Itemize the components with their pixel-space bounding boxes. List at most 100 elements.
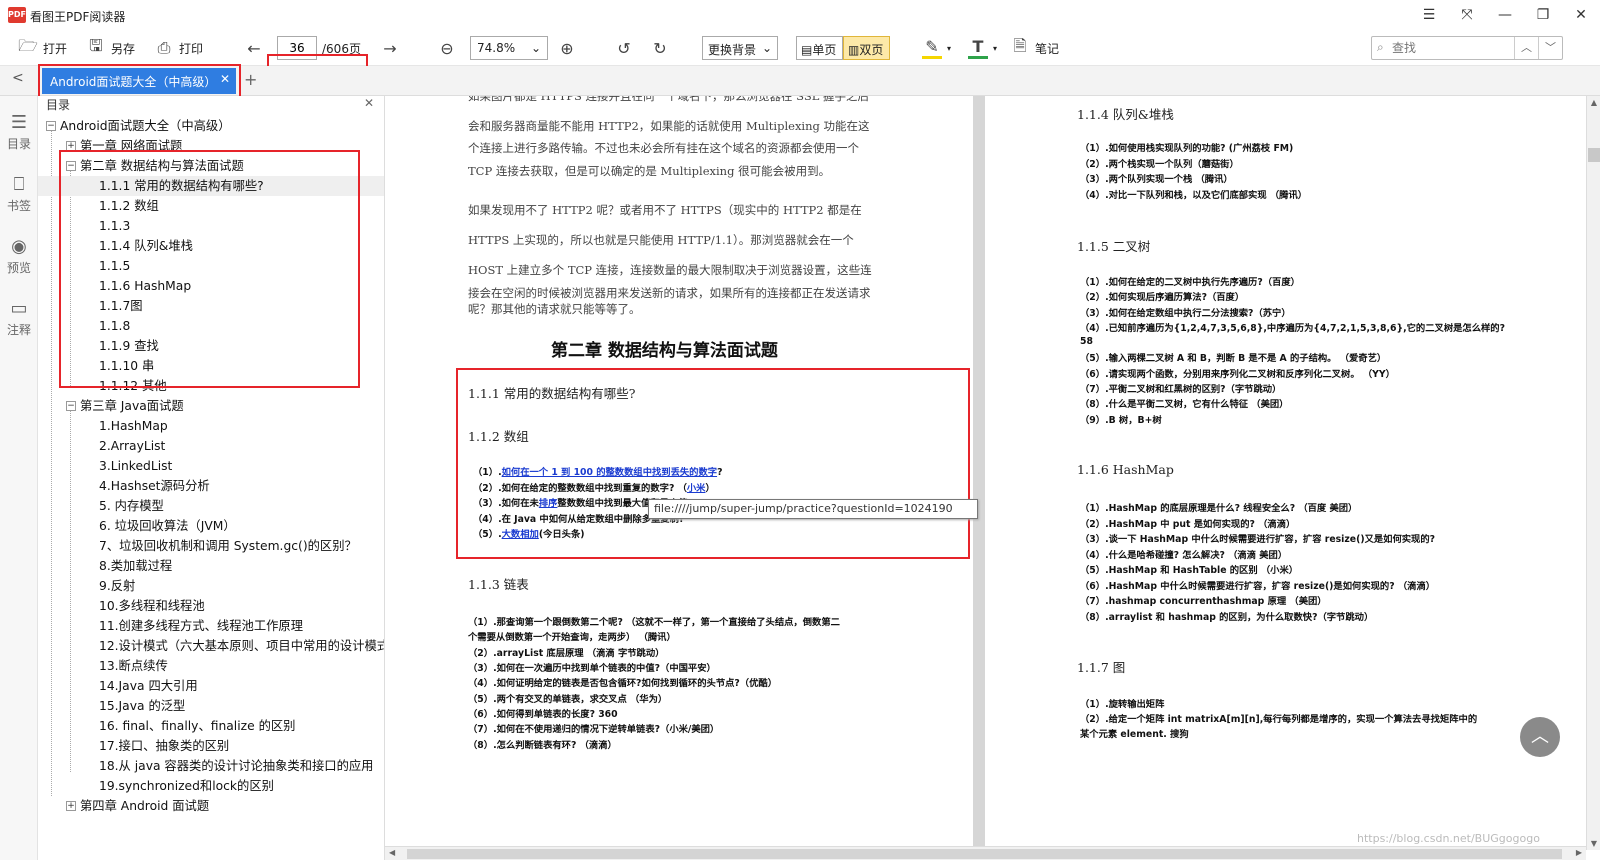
zoom-in-button[interactable]: ⊕ [557,30,577,66]
question-link[interactable]: 排序 [539,498,558,509]
outline-item[interactable]: 19.synchronized和lock的区别 [38,776,384,796]
outline-item[interactable]: − 第三章 Java面试题 [38,396,384,416]
search-next-button[interactable]: ﹀ [1538,37,1562,59]
outline-item[interactable]: 1.1.4 队列&堆栈 [38,236,384,256]
outline-item[interactable]: 1.1.3 [38,216,384,236]
tab-document[interactable]: Android面试题大全（中高级） ✕ [42,68,236,94]
sidebar-item-label: 注释 [6,323,31,337]
outline-item[interactable]: 1.HashMap [38,416,384,436]
next-page-button[interactable]: → [380,30,400,66]
outline-item-label: Android面试题大全（中高级） [60,119,231,133]
double-page-button[interactable]: ▥双页 [843,36,890,60]
outline-item[interactable]: 16. final、finally、finalize 的区别 [38,716,384,736]
search-prev-button[interactable]: ︿ [1514,37,1538,59]
outline-item[interactable]: 9.反射 [38,576,384,596]
outline-item-label: 5. 内存模型 [99,499,164,513]
text-line: （9）.B 树，B+树 [1080,415,1162,426]
outline-item[interactable]: 1.1.1 常用的数据结构有哪些? [38,176,384,196]
expand-toggle-icon[interactable]: − [66,161,76,171]
print-button[interactable]: ⎙ 打印 [154,30,203,66]
scroll-up-icon[interactable]: ▲ [1587,98,1600,107]
question-link[interactable]: 如何在一个 1 到 100 的整数数组中找到丢失的数字 [502,467,717,478]
open-button[interactable]: 🗁 打开 [18,30,67,66]
outline-item[interactable]: 14.Java 四大引用 [38,676,384,696]
outline-item[interactable]: 13.断点续传 [38,656,384,676]
save-as-button[interactable]: 🖫 另存 [86,30,135,66]
outline-item[interactable]: 1.1.6 HashMap [38,276,384,296]
outline-item[interactable]: 1.1.12 其他 [38,376,384,396]
sidebar-item-annotation[interactable]: ▭ 注释 [0,298,38,338]
outline-item[interactable]: 6. 垃圾回收算法（JVM） [38,516,384,536]
text-line: 接会在空闲的时候被浏览器用来发送新的请求，如果所有的连接都正在发送请求 [468,286,871,300]
outline-item[interactable]: 7、垃圾回收机制和调用 System.gc()的区别？ [38,536,384,556]
outline-item[interactable]: 1.1.2 数组 [38,196,384,216]
array-question: （5）.大数相加(今日头条) [473,526,585,540]
text-line: （8）.怎么判断链表有环? （滴滴） [468,740,617,751]
question-link[interactable]: 大数相加 [502,529,539,540]
search-input[interactable] [1392,39,1512,57]
minimize-icon[interactable]: — [1494,4,1516,26]
outline-icon: ☰ [10,112,28,133]
vertical-scrollbar[interactable]: ▲ ▼ [1586,96,1600,850]
outline-item[interactable]: 8.类加载过程 [38,556,384,576]
close-icon[interactable]: ✕ [220,72,230,86]
outline-item[interactable]: 1.1.5 [38,256,384,276]
add-tab-icon[interactable]: + [244,70,257,89]
zoom-out-button[interactable]: ⊖ [437,30,457,66]
outline-item[interactable]: 4.Hashset源码分析 [38,476,384,496]
menu-icon[interactable]: ☰ [1418,4,1440,26]
outline-item[interactable]: 1.1.7图 [38,296,384,316]
outline-item[interactable]: 1.1.8 [38,316,384,336]
sidebar-item-bookmark[interactable]: ⎕ 书签 [0,174,38,214]
outline-item[interactable]: 2.ArrayList [38,436,384,456]
highlight-button[interactable]: ✎ ▾ [922,30,951,66]
outline-item-label: 1.HashMap [99,419,168,433]
expand-toggle-icon[interactable]: − [46,121,56,131]
outline-item-label: 17.接口、抽象类的区别 [99,739,230,753]
note-button[interactable]: 🗎 笔记 [1010,30,1059,66]
single-page-button[interactable]: ▤单页 [796,36,843,60]
collapse-panel-icon[interactable]: < [12,70,24,86]
outline-item[interactable]: − 第二章 数据结构与算法面试题 [38,156,384,176]
scroll-thumb[interactable] [1588,148,1600,162]
outline-item[interactable]: 1.1.10 串 [38,356,384,376]
outline-item[interactable]: 10.多线程和线程池 [38,596,384,616]
close-icon[interactable]: ✕ [1570,4,1592,26]
outline-item[interactable]: 18.从 java 容器类的设计讨论抽象类和接口的应用 [38,756,384,776]
outline-item[interactable]: − Android面试题大全（中高级） [38,116,384,136]
prev-page-button[interactable]: ← [244,30,264,66]
outline-item[interactable]: + 第四章 Android 面试题 [38,796,384,816]
fullscreen-icon[interactable]: ⤧ [1456,4,1478,26]
text-line: （2）.给定一个矩阵 int matrixA[m][n],每行每列都是增序的，实… [1080,714,1478,725]
outline-item[interactable]: 12.设计模式（六大基本原则、项目中常用的设计模式 [38,636,384,656]
rotate-left-button[interactable]: ↺ [614,30,634,66]
outline-item[interactable]: 5. 内存模型 [38,496,384,516]
outline-item[interactable]: 3.LinkedList [38,456,384,476]
outline-item-label: 10.多线程和线程池 [99,599,205,613]
horizontal-scrollbar[interactable]: ◀ ▶ [385,846,1586,860]
sidebar-item-outline[interactable]: ☰ 目录 [0,112,38,152]
background-select[interactable]: 更换背景 ⌄ [702,36,778,60]
maximize-icon[interactable]: ❐ [1532,4,1554,26]
outline-item[interactable]: + 第一章 网络面试题 [38,136,384,156]
text-line: （5）.两个有交叉的单链表，求交叉点 （华为） [468,694,668,705]
scroll-down-icon[interactable]: ▼ [1587,839,1600,848]
question-link[interactable]: 小米 [687,483,706,494]
close-icon[interactable]: ✕ [364,96,374,110]
page-number-input[interactable] [277,36,317,60]
outline-item[interactable]: 11.创建多线程方式、线程池工作原理 [38,616,384,636]
outline-item[interactable]: 1.1.9 查找 [38,336,384,356]
expand-toggle-icon[interactable]: + [66,801,76,811]
expand-toggle-icon[interactable]: + [66,141,76,151]
sidebar-item-preview[interactable]: ◉ 预览 [0,236,38,276]
zoom-select[interactable]: 74.8% ⌄ [470,36,548,60]
rotate-right-button[interactable]: ↻ [650,30,670,66]
outline-item[interactable]: 17.接口、抽象类的区别 [38,736,384,756]
scroll-thumb[interactable] [407,849,1562,859]
text-color-button[interactable]: T ▾ [968,30,997,66]
expand-toggle-icon[interactable]: − [66,401,76,411]
scroll-right-icon[interactable]: ▶ [1576,848,1582,857]
outline-item[interactable]: 15.Java 的泛型 [38,696,384,716]
scroll-left-icon[interactable]: ◀ [389,848,395,857]
back-to-top-button[interactable]: ︿ [1520,717,1560,757]
